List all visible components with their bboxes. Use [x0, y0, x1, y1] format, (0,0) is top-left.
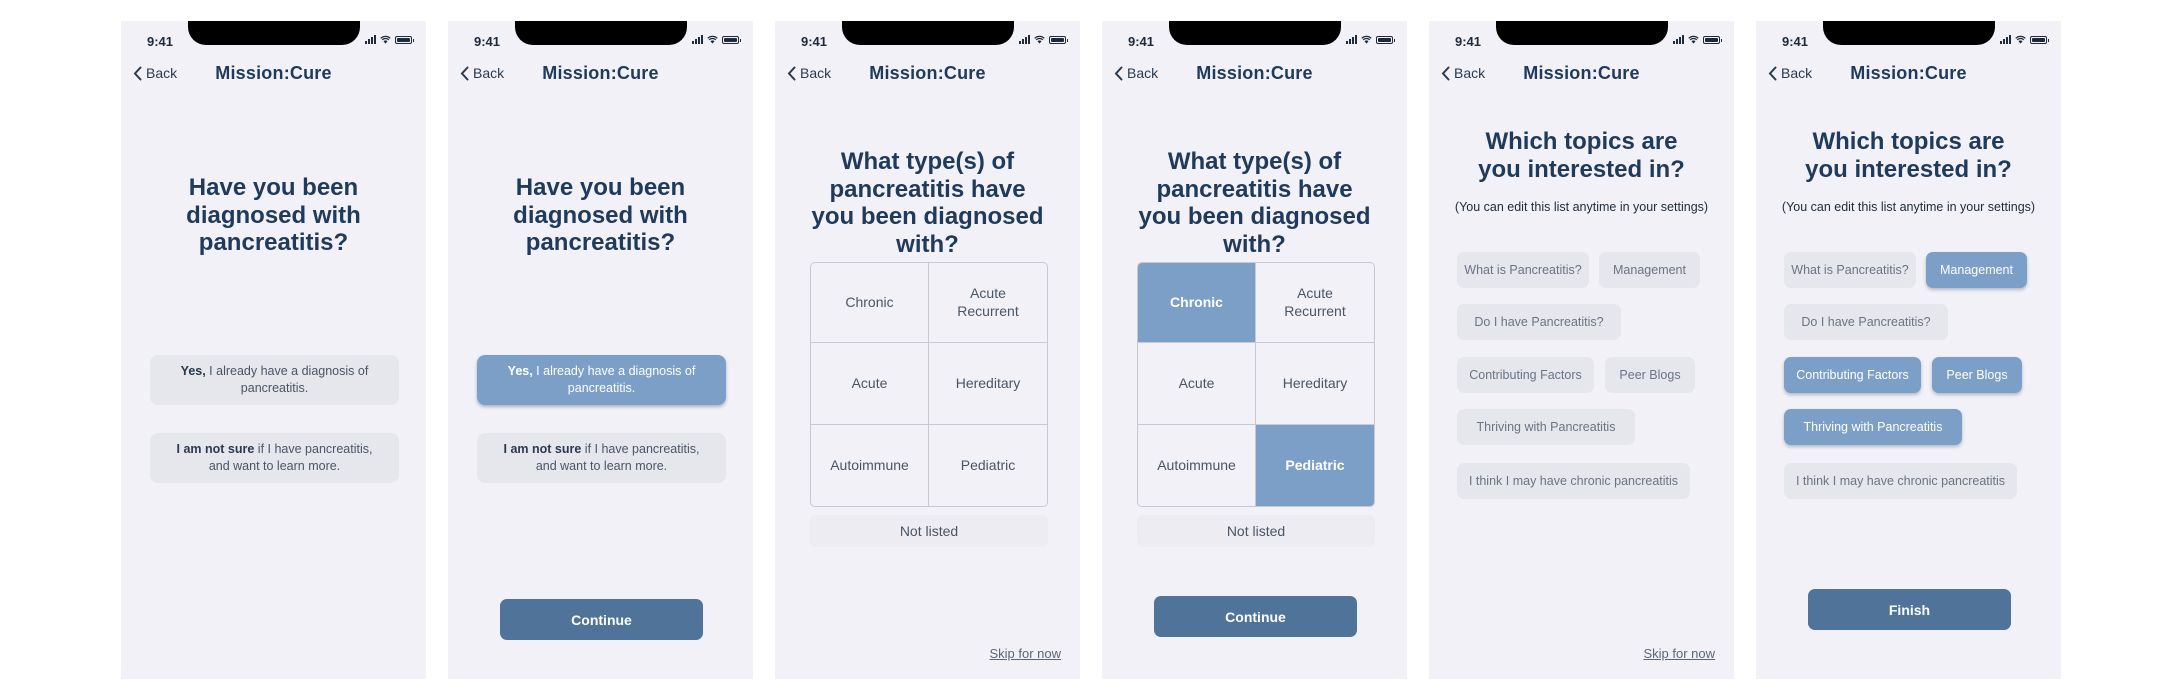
wifi-icon — [2015, 35, 2026, 44]
app-brand-title: Mission:Cure — [1196, 63, 1313, 83]
status-icons — [1019, 35, 1068, 44]
battery-icon — [1703, 35, 1722, 44]
phone-notch — [514, 21, 687, 45]
screen-pancreatitis-types-selected: 9:41 Back Mission:Cure What type(s) of p… — [1102, 21, 1407, 679]
topic-peer-blogs[interactable]: Peer Blogs — [1605, 357, 1695, 393]
option-not-sure[interactable]: I am not sure if I have pancreatitis, an… — [150, 433, 399, 483]
topic-may-have-chronic-pancreatitis[interactable]: I think I may have chronic pancreatitis — [1784, 463, 2017, 499]
cellular-signal-icon — [1673, 35, 1684, 44]
status-time: 9:41 — [147, 34, 174, 49]
screen-topics-interest: 9:41 Back Mission:Cure Which topics are … — [1429, 21, 1734, 679]
screen-diagnosis-question-selected: 9:41 Back Mission:Cure Have you been dia… — [448, 21, 753, 679]
battery-icon — [1049, 35, 1068, 44]
wifi-icon — [1688, 35, 1699, 44]
page-subtitle: (You can edit this list anytime in your … — [1781, 200, 2036, 214]
topic-thriving-with-pancreatitis[interactable]: Thriving with Pancreatitis — [1457, 409, 1635, 445]
skip-for-now-link[interactable]: Skip for now — [989, 646, 1061, 661]
type-option-acute-recurrent[interactable]: Acute Recurrent — [1256, 263, 1374, 343]
option-yes-diagnosed[interactable]: Yes, I already have a diagnosis of pancr… — [150, 355, 399, 405]
type-option-hereditary[interactable]: Hereditary — [1256, 343, 1374, 425]
type-option-hereditary[interactable]: Hereditary — [929, 343, 1047, 425]
battery-icon — [2030, 35, 2049, 44]
type-option-acute-recurrent[interactable]: Acute Recurrent — [929, 263, 1047, 343]
phone-notch — [1168, 21, 1341, 45]
page-title: Have you been diagnosed with pancreatiti… — [513, 174, 688, 257]
pancreatitis-type-grid: Chronic Acute Recurrent Acute Hereditary… — [810, 262, 1048, 507]
status-icons — [692, 35, 741, 44]
not-listed-option[interactable]: Not listed — [810, 515, 1048, 547]
page-title: Which topics are you interested in? — [1805, 128, 2012, 183]
cellular-signal-icon — [365, 35, 376, 44]
app-brand-title: Mission:Cure — [215, 63, 332, 83]
screen-pancreatitis-types: 9:41 Back Mission:Cure What type(s) of p… — [775, 21, 1080, 679]
type-option-pediatric[interactable]: Pediatric — [929, 425, 1047, 506]
page-subtitle: (You can edit this list anytime in your … — [1454, 200, 1709, 214]
type-option-autoimmune[interactable]: Autoimmune — [811, 425, 929, 506]
topic-management[interactable]: Management — [1599, 252, 1700, 288]
wifi-icon — [380, 35, 391, 44]
phone-notch — [1822, 21, 1995, 45]
phone-notch — [187, 21, 360, 45]
app-brand-title: Mission:Cure — [869, 63, 986, 83]
type-option-acute[interactable]: Acute — [1138, 343, 1256, 425]
phone-notch — [1495, 21, 1668, 45]
topic-management[interactable]: Management — [1926, 252, 2027, 288]
cellular-signal-icon — [1346, 35, 1357, 44]
continue-button[interactable]: Continue — [1154, 596, 1357, 637]
topic-peer-blogs[interactable]: Peer Blogs — [1932, 357, 2022, 393]
type-option-acute[interactable]: Acute — [811, 343, 929, 425]
option-yes-diagnosed[interactable]: Yes, I already have a diagnosis of pancr… — [477, 355, 726, 405]
topic-may-have-chronic-pancreatitis[interactable]: I think I may have chronic pancreatitis — [1457, 463, 1690, 499]
status-icons — [1673, 35, 1722, 44]
wifi-icon — [1361, 35, 1372, 44]
option-yes-text: Yes, I already have a diagnosis of pancr… — [180, 364, 369, 395]
cellular-signal-icon — [1019, 35, 1030, 44]
status-time: 9:41 — [474, 34, 501, 49]
option-not-sure-text: I am not sure if I have pancreatitis, an… — [503, 442, 700, 473]
screen-topics-interest-selected: 9:41 Back Mission:Cure Which topics are … — [1756, 21, 2061, 679]
topic-contributing-factors[interactable]: Contributing Factors — [1457, 357, 1594, 393]
option-not-sure-text: I am not sure if I have pancreatitis, an… — [176, 442, 373, 473]
wifi-icon — [1034, 35, 1045, 44]
topic-contributing-factors[interactable]: Contributing Factors — [1784, 357, 1921, 393]
screen-diagnosis-question: 9:41 Back Mission:Cure Have you been dia… — [121, 21, 426, 679]
battery-icon — [395, 35, 414, 44]
cellular-signal-icon — [2000, 35, 2011, 44]
type-option-pediatric[interactable]: Pediatric — [1256, 425, 1374, 506]
battery-icon — [722, 35, 741, 44]
page-title: Which topics are you interested in? — [1478, 128, 1685, 183]
option-yes-text: Yes, I already have a diagnosis of pancr… — [507, 364, 696, 395]
status-time: 9:41 — [801, 34, 828, 49]
status-icons — [365, 35, 414, 44]
type-option-chronic[interactable]: Chronic — [1138, 263, 1256, 343]
option-not-sure[interactable]: I am not sure if I have pancreatitis, an… — [477, 433, 726, 483]
topic-what-is-pancreatitis[interactable]: What is Pancreatitis? — [1784, 252, 1916, 288]
pancreatitis-type-grid: Chronic Acute Recurrent Acute Hereditary… — [1137, 262, 1375, 507]
status-icons — [1346, 35, 1395, 44]
page-title: What type(s) of pancreatitis have you be… — [1138, 148, 1371, 258]
type-option-chronic[interactable]: Chronic — [811, 263, 929, 343]
topic-do-i-have-pancreatitis[interactable]: Do I have Pancreatitis? — [1784, 304, 1948, 340]
status-icons — [2000, 35, 2049, 44]
topic-what-is-pancreatitis[interactable]: What is Pancreatitis? — [1457, 252, 1589, 288]
phone-notch — [841, 21, 1014, 45]
not-listed-option[interactable]: Not listed — [1137, 515, 1375, 547]
app-brand-title: Mission:Cure — [1850, 63, 1967, 83]
page-title: What type(s) of pancreatitis have you be… — [811, 148, 1044, 258]
app-brand-title: Mission:Cure — [1523, 63, 1640, 83]
topic-thriving-with-pancreatitis[interactable]: Thriving with Pancreatitis — [1784, 409, 1962, 445]
continue-button[interactable]: Continue — [500, 599, 703, 640]
cellular-signal-icon — [692, 35, 703, 44]
topic-do-i-have-pancreatitis[interactable]: Do I have Pancreatitis? — [1457, 304, 1621, 340]
skip-for-now-link[interactable]: Skip for now — [1643, 646, 1715, 661]
app-brand-title: Mission:Cure — [542, 63, 659, 83]
status-time: 9:41 — [1782, 34, 1809, 49]
status-time: 9:41 — [1128, 34, 1155, 49]
status-time: 9:41 — [1455, 34, 1482, 49]
battery-icon — [1376, 35, 1395, 44]
type-option-autoimmune[interactable]: Autoimmune — [1138, 425, 1256, 506]
wifi-icon — [707, 35, 718, 44]
finish-button[interactable]: Finish — [1808, 589, 2011, 630]
page-title: Have you been diagnosed with pancreatiti… — [186, 174, 361, 257]
